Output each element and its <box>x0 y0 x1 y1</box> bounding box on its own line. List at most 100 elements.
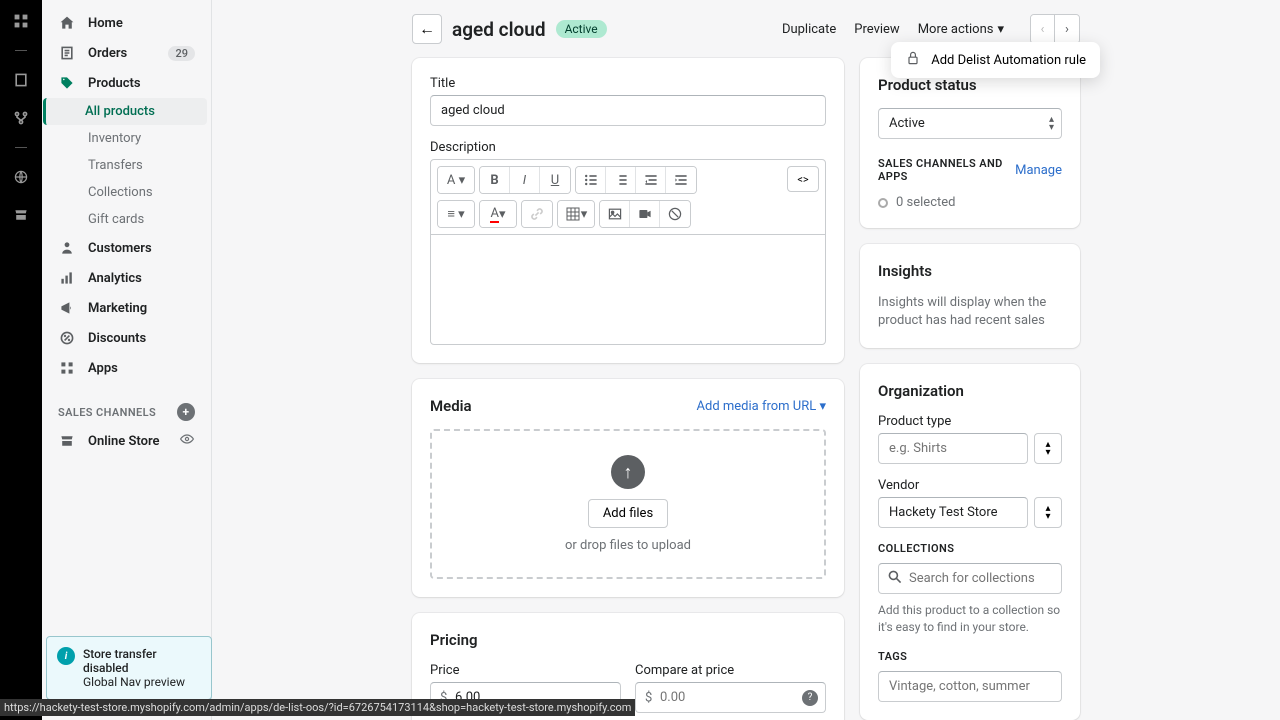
sc-label: SALES CHANNELS <box>58 406 156 419</box>
bold-button[interactable]: B <box>480 167 510 193</box>
description-editor[interactable] <box>431 234 825 344</box>
grid-icon[interactable] <box>12 12 30 30</box>
title-input[interactable] <box>430 95 826 126</box>
color-button[interactable]: A ▾ <box>480 201 516 227</box>
vendor-browse-button[interactable]: ▴▾ <box>1034 497 1062 528</box>
vendor-input[interactable] <box>878 497 1028 528</box>
underline-button[interactable]: U <box>540 167 570 193</box>
nav-online-store[interactable]: Online Store <box>46 425 207 457</box>
tag-icon <box>58 74 76 92</box>
image-button[interactable] <box>600 201 630 227</box>
nav-products[interactable]: Products <box>46 68 207 98</box>
rich-text-editor: A ▾ B I U <> <box>430 159 826 345</box>
subnav-all-products[interactable]: All products <box>43 98 207 125</box>
subnav-inventory[interactable]: Inventory <box>46 125 207 152</box>
code-view-button[interactable]: <> <box>787 166 819 192</box>
globe-icon[interactable] <box>12 168 30 186</box>
toast-line: Global Nav preview <box>83 675 201 689</box>
home-icon <box>58 14 76 32</box>
status-heading: Product status <box>878 76 1062 94</box>
channels-selected: 0 selected <box>878 195 1062 210</box>
doc-icon[interactable] <box>12 71 30 89</box>
upload-icon: ↑ <box>611 455 645 489</box>
status-url: https://hackety-test-store.myshopify.com… <box>0 699 635 716</box>
manage-channels-button[interactable]: Manage <box>1015 163 1062 178</box>
type-browse-button[interactable]: ▴▾ <box>1034 433 1062 464</box>
subnav-label: Transfers <box>88 158 143 173</box>
title-card: Title Description A ▾ B I U <box>412 58 844 363</box>
nav-label: Customers <box>88 241 152 256</box>
table-button[interactable]: ▾ <box>558 201 594 227</box>
nav-label: Marketing <box>88 301 147 316</box>
pricing-heading: Pricing <box>430 631 826 649</box>
nav-apps[interactable]: Apps <box>46 353 207 383</box>
eye-icon[interactable] <box>179 431 195 451</box>
outdent-button[interactable] <box>636 167 666 193</box>
align-button[interactable]: ≡ ▾ <box>438 201 474 227</box>
lock-icon <box>905 50 921 70</box>
chart-icon <box>58 269 76 287</box>
nav-label: Orders <box>88 46 127 61</box>
collections-helper: Add this product to a collection so it's… <box>878 602 1062 636</box>
dropdown-item[interactable]: Add Delist Automation rule <box>931 53 1086 68</box>
help-icon[interactable]: ? <box>802 690 818 706</box>
nav-analytics[interactable]: Analytics <box>46 263 207 293</box>
clear-format-button[interactable] <box>660 201 690 227</box>
duplicate-button[interactable]: Duplicate <box>782 22 836 37</box>
page-title: aged cloud <box>452 18 546 41</box>
italic-button[interactable]: I <box>510 167 540 193</box>
more-label: More actions <box>918 22 994 37</box>
subnav-collections[interactable]: Collections <box>46 179 207 206</box>
status-select[interactable] <box>878 108 1062 139</box>
insights-heading: Insights <box>878 262 1062 280</box>
subnav-gift-cards[interactable]: Gift cards <box>46 206 207 233</box>
desc-label: Description <box>430 140 826 155</box>
insights-text: Insights will display when the product h… <box>878 294 1062 330</box>
next-button[interactable]: › <box>1055 15 1079 43</box>
divider <box>15 147 27 148</box>
discount-icon <box>58 329 76 347</box>
toast-line: Store transfer disabled <box>83 647 201 675</box>
sidebar: Home Orders29 Products All products Inve… <box>42 0 212 720</box>
heading-button[interactable]: A ▾ <box>438 167 474 193</box>
add-media-url-button[interactable]: Add media from URL ▾ <box>697 399 826 414</box>
subnav-label: All products <box>85 104 155 119</box>
main-content: ← aged cloud Active Duplicate Preview Mo… <box>212 0 1280 720</box>
nav-customers[interactable]: Customers <box>46 233 207 263</box>
store-icon[interactable] <box>12 206 30 224</box>
nav-marketing[interactable]: Marketing <box>46 293 207 323</box>
vendor-label: Vendor <box>878 478 1062 493</box>
nav-home[interactable]: Home <box>46 8 207 38</box>
subnav-transfers[interactable]: Transfers <box>46 152 207 179</box>
nav-label: Home <box>88 16 123 31</box>
bullet-list-button[interactable] <box>576 167 606 193</box>
back-button[interactable]: ← <box>412 14 442 44</box>
status-dot-icon <box>878 198 888 208</box>
app-rail <box>0 0 42 720</box>
subnav-label: Gift cards <box>88 212 144 227</box>
video-button[interactable] <box>630 201 660 227</box>
prev-button[interactable]: ‹ <box>1031 15 1055 43</box>
branch-icon[interactable] <box>12 109 30 127</box>
tags-input[interactable] <box>878 671 1062 702</box>
info-toast: i Store transfer disabled Global Nav pre… <box>46 636 212 700</box>
compare-price-input[interactable] <box>635 682 826 713</box>
channels-label: SALES CHANNELS AND APPS <box>878 157 1015 183</box>
add-channel-button[interactable]: + <box>177 403 195 421</box>
number-list-button[interactable] <box>606 167 636 193</box>
search-icon <box>887 569 903 589</box>
preview-button[interactable]: Preview <box>854 22 899 37</box>
media-card: Media Add media from URL ▾ ↑ Add files o… <box>412 379 844 597</box>
more-actions-button[interactable]: More actions ▾ <box>918 22 1004 37</box>
title-label: Title <box>430 76 826 91</box>
collections-search-input[interactable] <box>878 563 1062 594</box>
product-type-input[interactable] <box>878 433 1028 464</box>
nav-orders[interactable]: Orders29 <box>46 38 207 68</box>
drop-text: or drop files to upload <box>565 538 691 553</box>
add-files-button[interactable]: Add files <box>588 499 668 528</box>
nav-discounts[interactable]: Discounts <box>46 323 207 353</box>
page-header: ← aged cloud Active Duplicate Preview Mo… <box>212 0 1280 58</box>
indent-button[interactable] <box>666 167 696 193</box>
media-dropzone[interactable]: ↑ Add files or drop files to upload <box>430 429 826 579</box>
link-button[interactable] <box>522 201 552 227</box>
